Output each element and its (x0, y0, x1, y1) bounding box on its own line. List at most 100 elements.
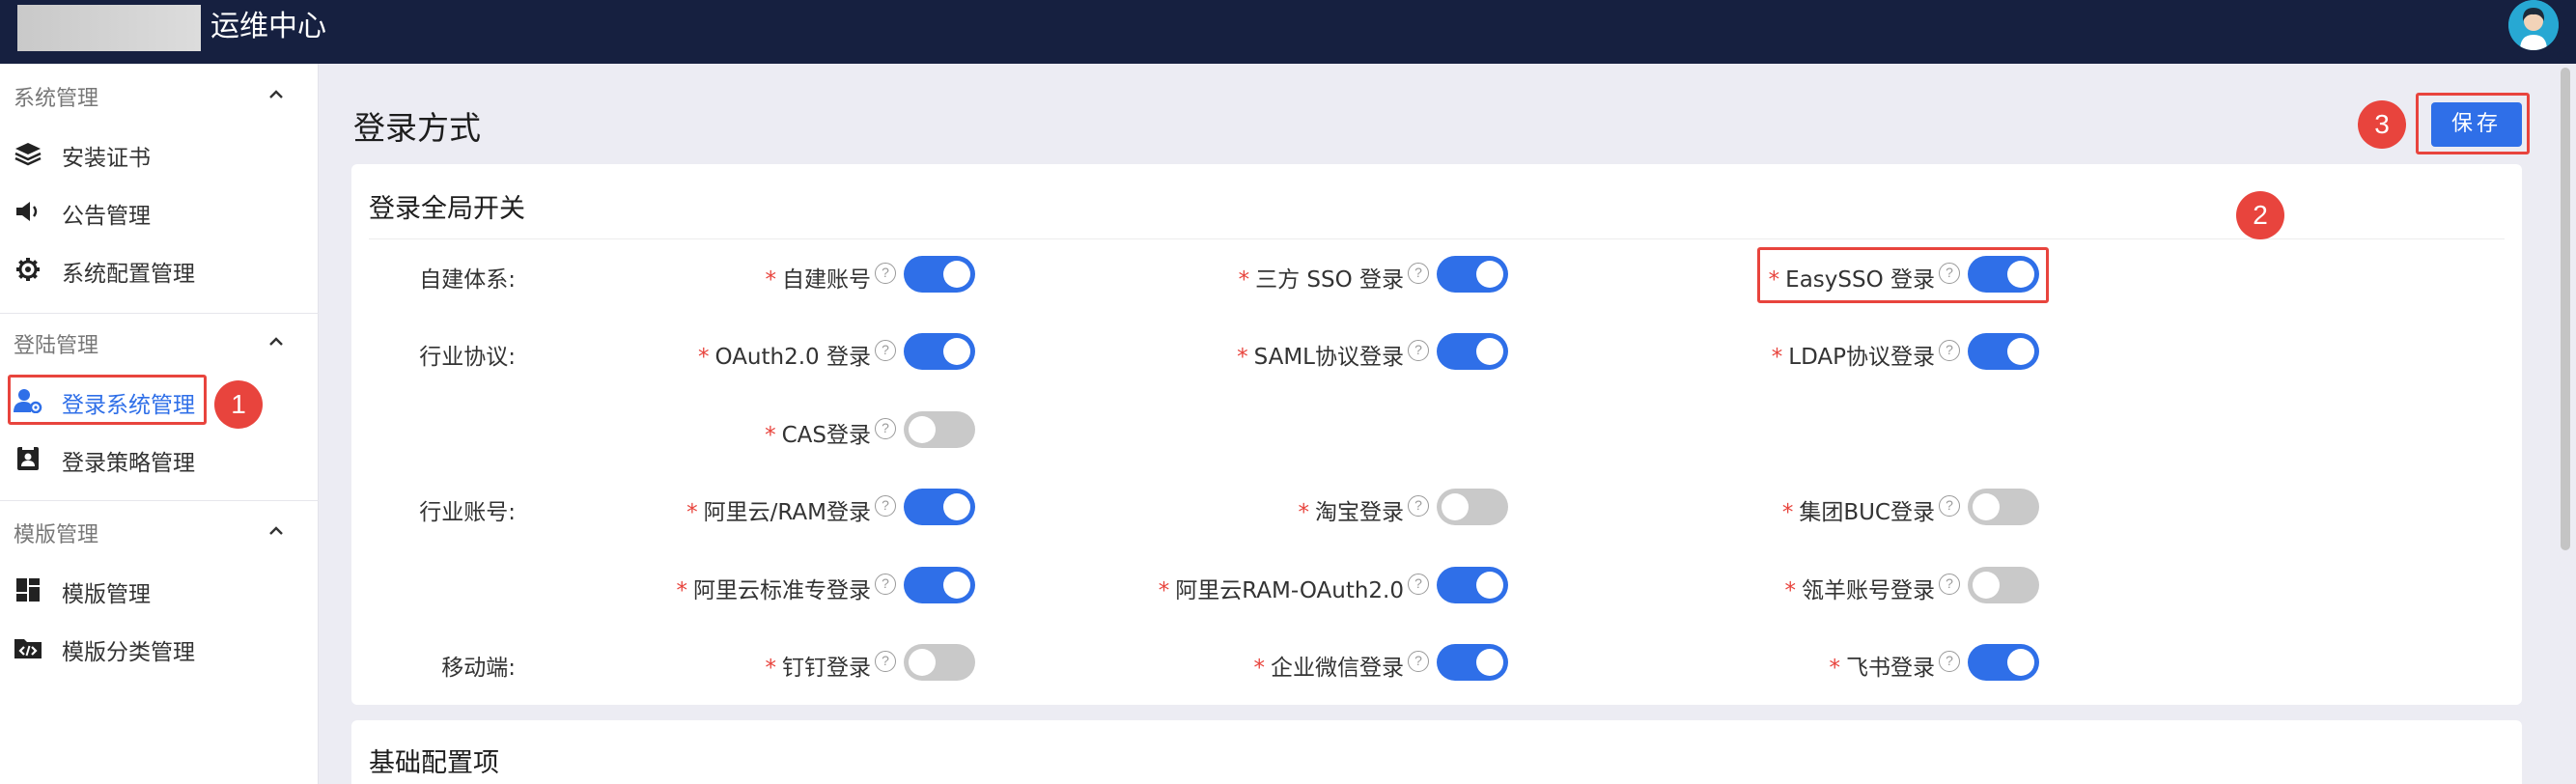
field-label: 集团BUC登录 (1799, 500, 1935, 525)
field-aliyun-ram-oauth2: * 阿里云RAM-OAuth2.0 ? (1027, 566, 1508, 604)
sidebar-divider (0, 500, 319, 501)
sidebar-item-install-cert[interactable]: 安装证书 (0, 126, 319, 180)
required-mark: * (765, 656, 777, 681)
code-folder-icon (14, 639, 42, 658)
help-icon[interactable]: ? (875, 651, 896, 672)
toggle-wecom[interactable] (1437, 644, 1508, 681)
sidebar-item-label: 系统配置管理 (62, 262, 195, 287)
field-label: 阿里云/RAM登录 (703, 500, 871, 525)
sidebar-item-system-config[interactable]: 系统配置管理 (0, 241, 319, 295)
toggle-dingtalk[interactable] (904, 644, 975, 681)
field-taobao: * 淘宝登录 ? (1027, 488, 1508, 526)
app-title: 运维中心 (210, 10, 326, 43)
row-label-self-built: 自建体系: (419, 267, 516, 293)
field-label: 阿里云RAM-OAuth2.0 (1175, 578, 1404, 603)
save-button[interactable]: 保存 (2431, 102, 2522, 147)
toggle-ldap[interactable] (1968, 333, 2039, 370)
required-mark: * (1158, 578, 1170, 603)
field-label: CAS登录 (781, 423, 871, 448)
row-label-industry-account: 行业账号: (419, 500, 516, 525)
help-icon[interactable]: ? (1939, 651, 1960, 672)
help-icon[interactable]: ? (875, 574, 896, 595)
field-aliyun-standard: * 阿里云标准专登录 ? (641, 566, 975, 604)
toggle-taobao[interactable] (1437, 489, 1508, 525)
field-label: 钉钉登录 (782, 656, 871, 681)
help-icon[interactable]: ? (875, 418, 896, 439)
toggle-third-party-sso[interactable] (1437, 256, 1508, 293)
row-label-mobile: 移动端: (441, 656, 516, 681)
field-label: 飞书登录 (1846, 656, 1935, 681)
required-mark: * (1253, 656, 1266, 681)
login-global-switch-card: 登录全局开关 自建体系: 行业协议: 行业账号: 移动端: * 自建账号 ? * 三… (351, 164, 2522, 705)
field-label: SAML协议登录 (1253, 345, 1404, 370)
sidebar-item-label: 模版分类管理 (62, 640, 195, 665)
chevron-up-icon[interactable] (266, 521, 286, 541)
card-divider (369, 238, 2505, 239)
layers-icon (14, 143, 42, 166)
required-mark: * (676, 578, 688, 603)
toggle-aliyun-ram-oauth2[interactable] (1437, 567, 1508, 603)
scrollbar[interactable] (2561, 68, 2570, 550)
top-bar: 运维中心 (0, 0, 2576, 64)
required-mark: * (765, 267, 777, 293)
required-mark: * (1784, 578, 1797, 603)
toggle-feishu[interactable] (1968, 644, 2039, 681)
required-mark: * (1238, 267, 1250, 293)
sidebar-group-title: 模版管理 (14, 523, 99, 547)
step-badge-2: 2 (2236, 191, 2284, 239)
help-icon[interactable]: ? (1408, 263, 1429, 284)
field-label: 企业微信登录 (1271, 656, 1404, 681)
gear-icon (16, 258, 40, 281)
sidebar-group-title: 系统管理 (14, 87, 99, 111)
field-dingtalk: * 钉钉登录 ? (641, 643, 975, 682)
card-title: 登录全局开关 (369, 194, 525, 224)
sidebar-item-label: 安装证书 (62, 146, 151, 171)
card-title: 基础配置项 (369, 748, 499, 778)
help-icon[interactable]: ? (1408, 574, 1429, 595)
id-card-icon (17, 447, 39, 470)
required-mark: * (686, 500, 698, 525)
toggle-aliyun-ram[interactable] (904, 489, 975, 525)
toggle-group-buc[interactable] (1968, 489, 2039, 525)
field-label: 淘宝登录 (1315, 500, 1404, 525)
chevron-up-icon[interactable] (266, 332, 286, 351)
help-icon[interactable]: ? (1408, 340, 1429, 361)
toggle-oauth2[interactable] (904, 333, 975, 370)
help-icon[interactable]: ? (1939, 574, 1960, 595)
field-saml: * SAML协议登录 ? (1027, 332, 1508, 371)
step-badge-3: 3 (2358, 100, 2406, 149)
sidebar-item-announcement[interactable]: 公告管理 (0, 183, 319, 238)
required-mark: * (698, 345, 710, 370)
help-icon[interactable]: ? (875, 263, 896, 284)
toggle-aliyun-standard[interactable] (904, 567, 975, 603)
sidebar-item-template-category[interactable]: 模版分类管理 (0, 620, 319, 674)
toggle-cas[interactable] (904, 411, 975, 448)
help-icon[interactable]: ? (875, 495, 896, 517)
field-label: LDAP协议登录 (1788, 345, 1935, 370)
sidebar-item-label: 登录策略管理 (62, 451, 195, 476)
sidebar-item-label: 模版管理 (62, 582, 151, 607)
dashboard-icon (16, 578, 40, 602)
field-self-account: * 自建账号 ? (641, 255, 975, 294)
help-icon[interactable]: ? (875, 340, 896, 361)
chevron-up-icon[interactable] (266, 85, 286, 104)
sidebar-group-login[interactable]: 登陆管理 (0, 315, 319, 369)
toggle-saml[interactable] (1437, 333, 1508, 370)
field-label: 瓴羊账号登录 (1802, 578, 1935, 603)
basic-config-card: 基础配置项 (351, 720, 2522, 784)
user-avatar-icon[interactable] (2508, 0, 2559, 50)
sidebar-item-login-policy[interactable]: 登录策略管理 (0, 431, 319, 485)
toggle-lingyang[interactable] (1968, 567, 2039, 603)
help-icon[interactable]: ? (1939, 495, 1960, 517)
help-icon[interactable]: ? (1408, 651, 1429, 672)
sidebar-group-system[interactable]: 系统管理 (0, 68, 319, 122)
step-badge-1: 1 (214, 380, 263, 429)
page-title: 登录方式 (353, 109, 481, 147)
toggle-self-account[interactable] (904, 256, 975, 293)
sidebar-item-template[interactable]: 模版管理 (0, 562, 319, 616)
required-mark: * (1237, 345, 1248, 370)
help-icon[interactable]: ? (1408, 495, 1429, 517)
help-icon[interactable]: ? (1939, 340, 1960, 361)
sidebar-group-title: 登陆管理 (14, 334, 99, 358)
sidebar-group-template[interactable]: 模版管理 (0, 504, 319, 558)
